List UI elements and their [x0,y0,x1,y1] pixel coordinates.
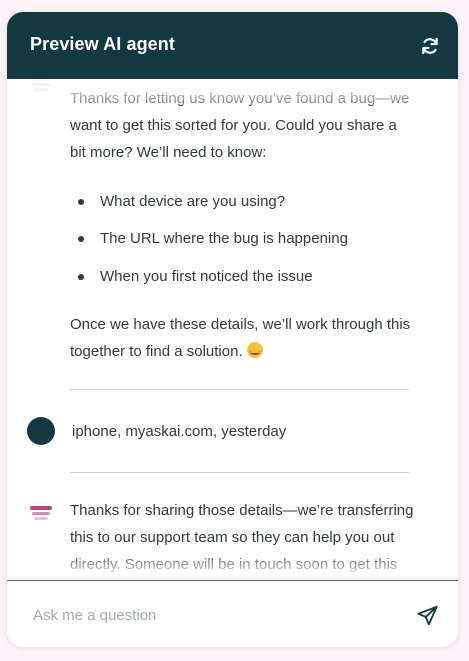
message-divider [70,389,409,390]
chat-header: Preview AI agent [7,12,458,79]
smile-emoji-icon [246,342,263,358]
refresh-icon[interactable] [420,36,440,56]
message-thread[interactable]: Thanks for letting us know you’ve found … [7,79,458,580]
bullet-dot [78,236,84,242]
bullet-item: When you first noticed the issue [100,268,313,285]
user-message: iphone, myaskai.com, yesterday [72,423,287,440]
bot-message-intro: Thanks for letting us know you’ve found … [70,90,410,161]
message-input[interactable] [33,603,393,627]
user-avatar [27,417,55,445]
chat-widget: Preview AI agent Thanks for letting us k… [7,12,458,647]
bullet-item: What device are you using? [100,193,286,210]
composer [7,580,458,647]
bot-message: Thanks for sharing those details—we’re t… [70,497,415,580]
bot-avatar-icon [30,79,52,93]
send-icon[interactable] [416,605,439,627]
bot-message-outro-text: Once we have these details, we’ll work t… [70,316,411,360]
bot-avatar-icon [30,506,52,522]
bullet-item: The URL where the bug is happening [100,230,348,247]
chat-title: Preview AI agent [30,34,175,54]
bullet-dot [78,274,84,280]
bullet-dot [78,199,84,205]
bot-message-text: Thanks for sharing those details—we’re t… [70,502,414,573]
bot-message-outro: Once we have these details, we’ll work t… [70,311,415,365]
message-divider [70,472,409,473]
